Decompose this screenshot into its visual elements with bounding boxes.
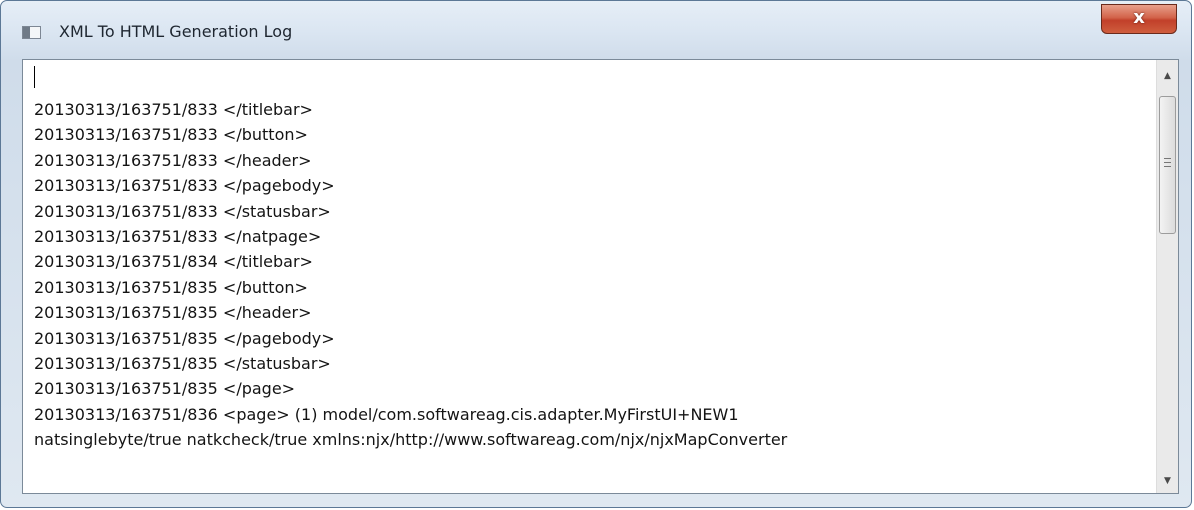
log-line: 20130313/163751/835 </button>: [34, 277, 308, 297]
title-bar[interactable]: XML To HTML Generation Log x: [1, 1, 1191, 57]
log-line: 20130313/163751/836 <page> (1) model/com…: [34, 404, 739, 424]
window-title: XML To HTML Generation Log: [59, 22, 293, 41]
log-content[interactable]: 20130313/163751/833 </titlebar> 20130313…: [23, 60, 1156, 493]
scroll-down-arrow-icon[interactable]: ▼: [1157, 471, 1178, 491]
log-line: 20130313/163751/834 </titlebar>: [34, 252, 313, 272]
log-line: 20130313/163751/833 </statusbar>: [34, 201, 331, 221]
vertical-scrollbar[interactable]: ▲ ▼: [1156, 60, 1178, 493]
log-line: 20130313/163751/833 </header>: [34, 150, 312, 170]
log-line: 20130313/163751/835 </pagebody>: [34, 328, 335, 348]
log-text-area[interactable]: 20130313/163751/833 </titlebar> 20130313…: [22, 59, 1179, 494]
log-line: 20130313/163751/835 </statusbar>: [34, 353, 331, 373]
close-icon: x: [1133, 7, 1145, 28]
scrollbar-thumb[interactable]: [1159, 96, 1176, 234]
log-line: 20130313/163751/833 </titlebar>: [34, 100, 313, 119]
log-line: 20130313/163751/833 </button>: [34, 125, 308, 145]
log-line: 20130313/163751/833 </natpage>: [34, 226, 322, 246]
log-line: 20130313/163751/835 </header>: [34, 303, 312, 323]
log-window: XML To HTML Generation Log x 20130313/16…: [0, 0, 1192, 508]
close-button[interactable]: x: [1101, 4, 1177, 34]
log-line: 20130313/163751/833 </pagebody>: [34, 176, 335, 196]
log-line: natsinglebyte/true natkcheck/true xmlns:…: [34, 430, 788, 450]
window-app-icon[interactable]: [22, 26, 41, 39]
log-line: 20130313/163751/835 </page>: [34, 379, 296, 399]
scroll-up-arrow-icon[interactable]: ▲: [1157, 66, 1178, 86]
grip-icon: [1164, 158, 1171, 167]
text-cursor: [34, 66, 35, 88]
